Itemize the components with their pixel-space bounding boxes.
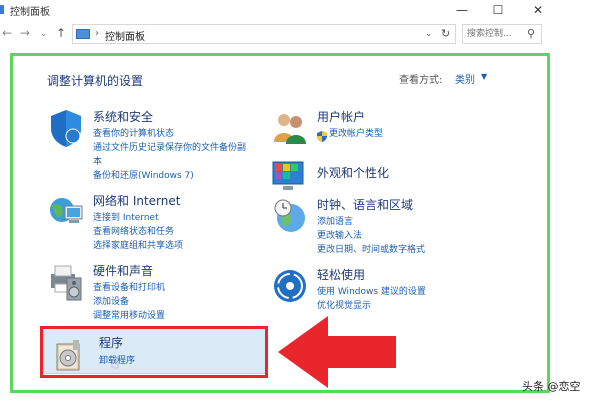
- page-title: 调整计算机的设置: [47, 74, 144, 88]
- control-panel-window: 控制面板 — ☐ ✕ ← → ⌄ ↑ › 控制面板 ⌄ ↻ ⚲ 调整计算机的设置…: [0, 0, 600, 400]
- refresh-icon[interactable]: ↻: [441, 27, 450, 40]
- address-bar: ← → ⌄ ↑ › 控制面板 ⌄ ↻ ⚲: [0, 22, 600, 46]
- search-icon[interactable]: ⚲: [527, 27, 535, 40]
- forward-arrow-icon[interactable]: →: [20, 26, 30, 40]
- control-panel-icon: [0, 5, 4, 14]
- annotation-red-arrow: [278, 316, 396, 388]
- link-optimize-display[interactable]: 优化视觉显示: [317, 298, 371, 311]
- link-file-history-cont[interactable]: 本: [93, 154, 102, 167]
- address-dropdown-icon[interactable]: ⌄: [425, 29, 433, 39]
- search-box[interactable]: ⚲: [462, 24, 542, 44]
- annotation-red-box: [40, 326, 268, 378]
- network-globe-icon: [50, 198, 83, 223]
- link-homegroup[interactable]: 选择家庭组和共享选项: [93, 238, 183, 251]
- search-input[interactable]: [467, 27, 525, 41]
- breadcrumb-control-panel[interactable]: 控制面板: [105, 28, 145, 43]
- control-panel-small-icon: [76, 29, 90, 39]
- link-backup-restore[interactable]: 备份和还原(Windows 7): [93, 168, 194, 181]
- minimize-button[interactable]: —: [444, 0, 480, 20]
- link-file-history[interactable]: 通过文件历史记录保存你的文件备份副: [93, 140, 246, 153]
- clock-globe-icon: [274, 199, 305, 232]
- watermark-text: 头条 @恋空: [522, 380, 581, 393]
- category-title[interactable]: 系统和安全: [93, 108, 153, 125]
- close-button[interactable]: ✕: [520, 0, 556, 20]
- shield-icon: [51, 110, 81, 147]
- ease-of-access-icon: [274, 270, 306, 302]
- category-title[interactable]: 网络和 Internet: [93, 192, 180, 209]
- breadcrumb-separator[interactable]: ›: [95, 28, 99, 39]
- category-title[interactable]: 外观和个性化: [317, 164, 389, 181]
- link-recommended-settings[interactable]: 使用 Windows 建议的设置: [317, 284, 426, 297]
- link-change-date-format[interactable]: 更改日期、时间或数字格式: [317, 242, 425, 255]
- category-title[interactable]: 硬件和声音: [93, 262, 153, 279]
- link-devices-printers[interactable]: 查看设备和打印机: [93, 280, 165, 293]
- uac-shield-icon: [317, 127, 327, 142]
- recent-locations-icon[interactable]: ⌄: [40, 29, 48, 39]
- window-title: 控制面板: [10, 7, 50, 18]
- link-add-language[interactable]: 添加语言: [317, 214, 353, 227]
- appearance-monitor-icon: [272, 161, 304, 190]
- link-mobility-settings[interactable]: 调整常用移动设置: [93, 308, 165, 321]
- link-change-account-type[interactable]: 更改帐户类型: [329, 126, 383, 139]
- title-bar: 控制面板 — ☐ ✕: [0, 0, 600, 20]
- maximize-button[interactable]: ☐: [480, 0, 516, 20]
- link-change-input-method[interactable]: 更改输入法: [317, 228, 362, 241]
- category-title[interactable]: 用户帐户: [317, 108, 365, 125]
- address-field[interactable]: › 控制面板 ⌄ ↻: [72, 24, 456, 44]
- printer-speaker-icon: [51, 265, 82, 301]
- up-arrow-icon[interactable]: ↑: [56, 26, 66, 40]
- link-connect-internet[interactable]: 连接到 Internet: [93, 210, 159, 223]
- link-view-computer-status[interactable]: 查看你的计算机状态: [93, 126, 174, 139]
- link-network-status[interactable]: 查看网络状态和任务: [93, 224, 174, 237]
- users-icon: [274, 114, 306, 144]
- view-by-category-link[interactable]: 类别: [455, 71, 475, 86]
- category-title[interactable]: 时钟、语言和区域: [317, 196, 413, 213]
- view-by-dropdown-icon[interactable]: ▼: [481, 72, 487, 81]
- category-title[interactable]: 轻松使用: [317, 266, 365, 283]
- back-arrow-icon[interactable]: ←: [2, 26, 12, 40]
- view-by-label: 查看方式:: [399, 75, 443, 86]
- link-add-device[interactable]: 添加设备: [93, 294, 129, 307]
